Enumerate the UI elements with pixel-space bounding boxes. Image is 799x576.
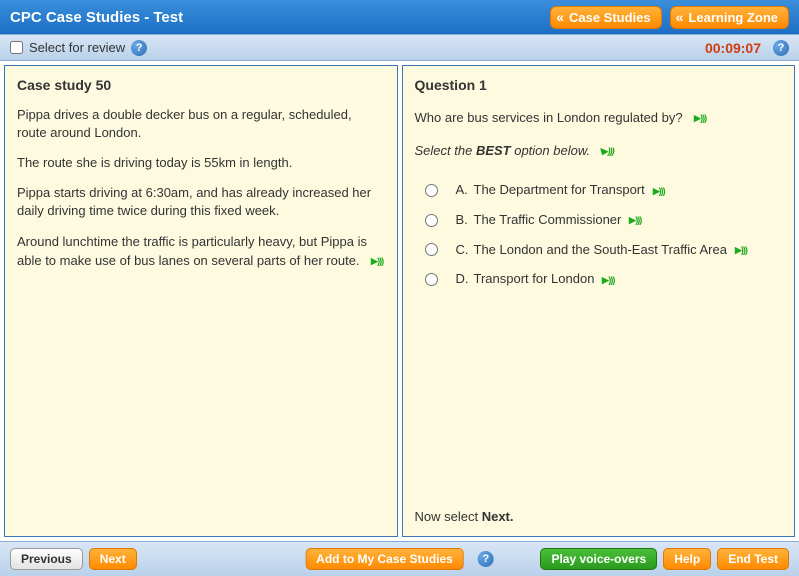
option-c[interactable]: C. The London and the South-East Traffic… [425,240,783,260]
help-icon[interactable]: ? [131,40,147,56]
help-button[interactable]: Help [663,548,711,570]
app-window: CPC Case Studies - Test « Case Studies «… [0,0,799,576]
bottom-bar: Previous Next Add to My Case Studies ? P… [0,541,799,576]
case-study-title: Case study 50 [17,76,385,96]
chevron-left-icon: « [676,9,681,25]
add-to-my-case-studies-button[interactable]: Add to My Case Studies [305,548,464,570]
audio-icon[interactable] [653,181,665,201]
learning-zone-label: Learning Zone [688,10,778,25]
review-bar: Select for review ? 00:09:07 ? [0,34,799,61]
timer: 00:09:07 [705,40,761,56]
center-buttons: Add to My Case Studies ? [305,548,494,570]
option-d[interactable]: D. Transport for London [425,270,783,290]
options-list: A. The Department for Transport B. The T… [425,181,783,299]
question-instruction: Select the BEST option below. [415,141,783,161]
question-panel: Question 1 Who are bus services in Londo… [402,65,796,537]
audio-icon[interactable] [602,141,614,161]
option-c-radio[interactable] [425,243,438,256]
case-studies-button[interactable]: « Case Studies [550,6,661,29]
audio-icon[interactable] [371,251,383,271]
help-icon[interactable]: ? [478,551,494,567]
select-for-review-label: Select for review [29,40,125,55]
audio-icon[interactable] [735,240,747,260]
case-study-paragraph: Pippa drives a double decker bus on a re… [17,106,385,142]
question-text: Who are bus services in London regulated… [415,108,783,128]
previous-button[interactable]: Previous [10,548,83,570]
option-letter: A. [456,181,474,199]
audio-icon[interactable] [602,270,614,290]
audio-icon[interactable] [694,108,706,128]
option-letter: B. [456,211,474,229]
option-text: The Traffic Commissioner [474,211,622,229]
option-letter: D. [456,270,474,288]
play-voice-overs-button[interactable]: Play voice-overs [540,548,657,570]
select-for-review-checkbox[interactable] [10,41,23,54]
case-studies-label: Case Studies [569,10,651,25]
app-title: CPC Case Studies - Test [10,9,183,26]
chevron-left-icon: « [556,9,561,25]
end-test-button[interactable]: End Test [717,548,789,570]
option-text: The London and the South-East Traffic Ar… [474,241,727,259]
option-text: Transport for London [474,270,595,288]
title-bar: CPC Case Studies - Test « Case Studies «… [0,0,799,34]
option-letter: C. [456,241,474,259]
option-b-radio[interactable] [425,214,438,227]
option-text: The Department for Transport [474,181,645,199]
option-a[interactable]: A. The Department for Transport [425,181,783,201]
audio-icon[interactable] [629,210,641,230]
case-study-paragraph: Around lunchtime the traffic is particul… [17,233,385,271]
question-title: Question 1 [415,76,783,96]
learning-zone-button[interactable]: « Learning Zone [670,6,789,29]
option-a-radio[interactable] [425,184,438,197]
next-button[interactable]: Next [89,548,137,570]
help-icon[interactable]: ? [773,40,789,56]
main-area: Case study 50 Pippa drives a double deck… [0,61,799,541]
case-study-paragraph: Pippa starts driving at 6:30am, and has … [17,184,385,220]
case-study-panel: Case study 50 Pippa drives a double deck… [4,65,398,537]
option-d-radio[interactable] [425,273,438,286]
option-b[interactable]: B. The Traffic Commissioner [425,210,783,230]
next-hint: Now select Next. [415,498,783,526]
case-study-paragraph: The route she is driving today is 55km i… [17,154,385,172]
